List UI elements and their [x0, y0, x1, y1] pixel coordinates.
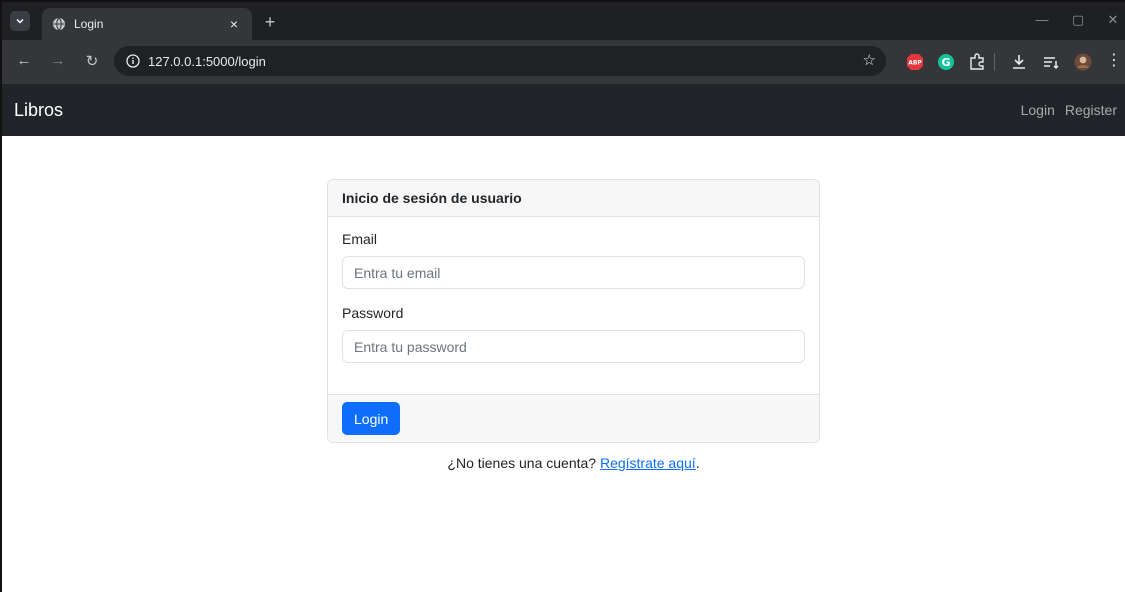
- globe-icon: [53, 17, 65, 31]
- url-text[interactable]: 127.0.0.1:5000/login: [148, 54, 886, 69]
- minimize-icon[interactable]: —: [1032, 12, 1052, 27]
- nav-links: Login Register: [1021, 102, 1117, 118]
- app-navbar: Libros Login Register: [2, 84, 1125, 136]
- email-group: Email: [342, 231, 805, 289]
- grammarly-icon[interactable]: G: [937, 53, 955, 71]
- adblock-icon[interactable]: ABP: [906, 53, 924, 71]
- email-label: Email: [342, 231, 378, 247]
- bookmark-star-icon[interactable]: ☆: [863, 51, 876, 69]
- register-prompt-text: ¿No tienes una cuenta?: [447, 455, 600, 471]
- card-footer: Login: [328, 394, 819, 442]
- download-icon[interactable]: [1010, 53, 1028, 71]
- back-icon[interactable]: ←: [14, 52, 34, 69]
- chevron-down-icon: [16, 18, 24, 24]
- tab-login[interactable]: Login ×: [42, 8, 252, 40]
- browser-toolbar: ← → ↻ 127.0.0.1:5000/login ☆ ABP G ⋮: [2, 40, 1125, 84]
- card-body: Email Password: [328, 217, 819, 363]
- svg-text:G: G: [941, 56, 950, 69]
- tab-search-button[interactable]: [10, 11, 30, 31]
- restore-icon[interactable]: ▢: [1068, 12, 1088, 28]
- register-prompt: ¿No tienes una cuenta? Regístrate aquí.: [327, 455, 820, 471]
- register-link[interactable]: Regístrate aquí: [600, 455, 696, 471]
- puzzle-icon[interactable]: [968, 53, 986, 71]
- tab-close-icon[interactable]: ×: [226, 16, 242, 32]
- toolbar-divider: [994, 53, 995, 71]
- reading-list-icon[interactable]: [1042, 53, 1060, 71]
- tab-title: Login: [74, 17, 104, 31]
- more-menu-icon[interactable]: ⋮: [1105, 50, 1123, 69]
- browser-window: Login × + — ▢ ✕ ← → ↻ 127.0.0.1:5000/log…: [0, 0, 1125, 592]
- site-info-icon[interactable]: [126, 54, 140, 68]
- tab-strip: Login × + — ▢ ✕: [2, 2, 1125, 40]
- register-suffix: .: [695, 455, 700, 471]
- reload-icon[interactable]: ↻: [82, 52, 102, 70]
- svg-text:ABP: ABP: [908, 60, 922, 67]
- password-label: Password: [342, 305, 404, 321]
- card-title: Inicio de sesión de usuario: [328, 180, 819, 217]
- login-card: Inicio de sesión de usuario Email Passwo…: [327, 179, 820, 443]
- nav-login-link[interactable]: Login: [1021, 102, 1055, 118]
- close-window-icon[interactable]: ✕: [1103, 12, 1123, 28]
- brand-logo[interactable]: Libros: [14, 100, 63, 121]
- email-input[interactable]: [342, 256, 805, 289]
- new-tab-button[interactable]: +: [260, 12, 280, 33]
- forward-icon[interactable]: →: [48, 52, 68, 69]
- password-group: Password: [342, 305, 805, 363]
- profile-avatar[interactable]: [1074, 53, 1092, 71]
- password-input[interactable]: [342, 330, 805, 363]
- login-button[interactable]: Login: [342, 402, 401, 435]
- address-bar[interactable]: 127.0.0.1:5000/login ☆: [114, 46, 886, 76]
- nav-register-link[interactable]: Register: [1065, 102, 1117, 118]
